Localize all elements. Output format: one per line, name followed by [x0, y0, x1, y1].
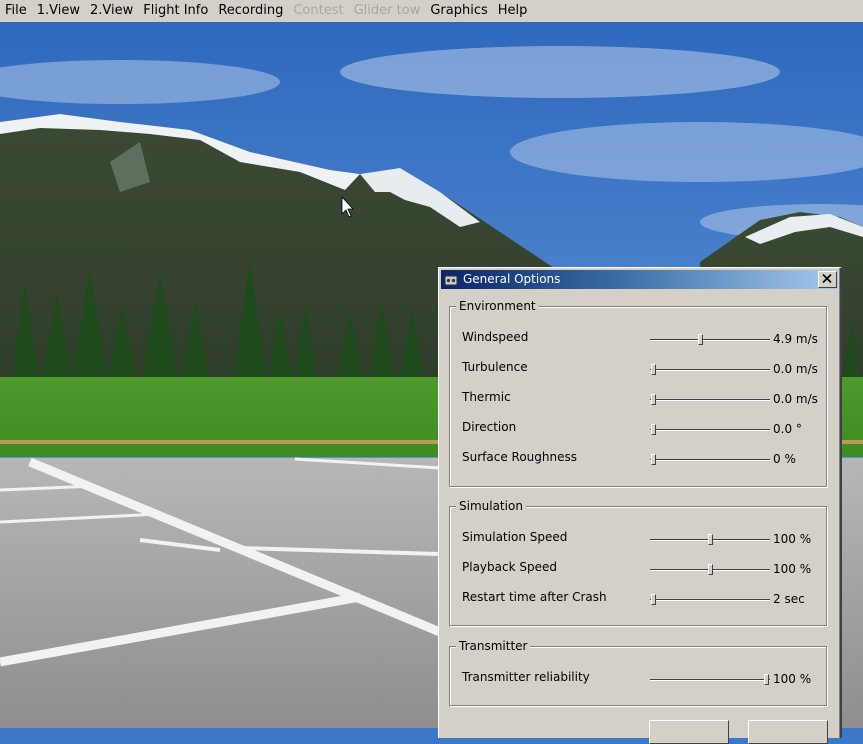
restart-time-after-crash-label: Restart time after Crash: [462, 590, 607, 604]
playback-speed-label: Playback Speed: [462, 560, 557, 574]
slider-thumb[interactable]: [708, 564, 713, 575]
menu-flight-info[interactable]: Flight Info: [138, 0, 213, 22]
surface-roughness-slider[interactable]: [650, 453, 770, 467]
direction-row: Direction 0.0 °: [462, 419, 822, 439]
turbulence-label: Turbulence: [462, 360, 528, 374]
close-icon: [822, 274, 832, 283]
surface-roughness-label: Surface Roughness: [462, 450, 577, 464]
environment-group: Environment Windspeed 4.9 m/s Turbulence 0.0…: [449, 298, 827, 487]
thermic-value: 0.0 m/s: [773, 392, 818, 406]
windspeed-label: Windspeed: [462, 330, 529, 344]
ok-button[interactable]: [649, 720, 729, 744]
transmitter-reliability-row: Transmitter reliability 100 %: [462, 669, 822, 689]
menu-2-view[interactable]: 2.View: [85, 0, 138, 22]
direction-value: 0.0 °: [773, 422, 802, 436]
slider-track: [650, 339, 770, 341]
slider-track: [650, 599, 770, 601]
restart-time-after-crash-slider[interactable]: [650, 593, 770, 607]
slider-thumb[interactable]: [651, 454, 656, 465]
transmitter-icon: [444, 272, 458, 286]
menu-contest: Contest: [293, 3, 344, 18]
transmitter-reliability-slider[interactable]: [650, 673, 770, 687]
menu-recording[interactable]: Recording: [213, 0, 288, 22]
slider-track: [650, 679, 770, 681]
group-legend: Simulation: [456, 498, 526, 514]
transmitter-reliability-value: 100 %: [773, 672, 812, 686]
direction-label: Direction: [462, 420, 517, 434]
slider-track: [650, 459, 770, 461]
surface-roughness-value: 0 %: [773, 452, 796, 466]
slider-thumb[interactable]: [651, 364, 656, 375]
transmitter-reliability-label: Transmitter reliability: [462, 670, 590, 684]
turbulence-value: 0.0 m/s: [773, 362, 818, 376]
menu-help[interactable]: Help: [493, 0, 533, 22]
simulation-speed-label: Simulation Speed: [462, 530, 568, 544]
general-options-dialog: General Options Environment Windspeed 4.9 …: [438, 267, 842, 744]
slider-thumb[interactable]: [651, 424, 656, 435]
turbulence-slider[interactable]: [650, 363, 770, 377]
cancel-button[interactable]: [748, 720, 828, 744]
slider-thumb[interactable]: [651, 394, 656, 405]
simulation-speed-row: Simulation Speed 100 %: [462, 529, 822, 549]
slider-thumb[interactable]: [698, 334, 703, 345]
simulation-group: Simulation Simulation Speed 100 % Playback …: [449, 498, 827, 626]
simulation-speed-value: 100 %: [773, 532, 812, 546]
playback-speed-slider[interactable]: [650, 563, 770, 577]
menu-file[interactable]: File: [0, 0, 32, 22]
thermic-slider[interactable]: [650, 393, 770, 407]
playback-speed-value: 100 %: [773, 562, 812, 576]
slider-track: [650, 369, 770, 371]
transmitter-group: Transmitter Transmitter reliability 100 %: [449, 638, 827, 706]
slider-thumb[interactable]: [764, 674, 769, 685]
menu-glider-tow: Glider tow: [353, 3, 421, 18]
close-button[interactable]: [818, 271, 837, 288]
menu-bar: File 1.View 2.View Flight Info Recording Cont…: [0, 0, 863, 23]
playback-speed-row: Playback Speed 100 %: [462, 559, 822, 579]
thermic-row: Thermic 0.0 m/s: [462, 389, 822, 409]
simulation-speed-slider[interactable]: [650, 533, 770, 547]
restart-time-after-crash-row: Restart time after Crash 2 sec: [462, 589, 822, 609]
group-legend: Transmitter: [456, 638, 531, 654]
slider-thumb[interactable]: [708, 534, 713, 545]
direction-slider[interactable]: [650, 423, 770, 437]
dialog-titlebar[interactable]: General Options: [441, 270, 838, 289]
restart-time-after-crash-value: 2 sec: [773, 592, 805, 606]
slider-track: [650, 399, 770, 401]
windspeed-row: Windspeed 4.9 m/s: [462, 329, 822, 349]
menu-1-view[interactable]: 1.View: [32, 0, 85, 22]
windspeed-slider[interactable]: [650, 333, 770, 347]
surface-roughness-row: Surface Roughness 0 %: [462, 449, 822, 469]
dialog-title: General Options: [463, 272, 561, 286]
thermic-label: Thermic: [462, 390, 511, 404]
slider-track: [650, 429, 770, 431]
slider-thumb[interactable]: [651, 594, 656, 605]
turbulence-row: Turbulence 0.0 m/s: [462, 359, 822, 379]
windspeed-value: 4.9 m/s: [773, 332, 818, 346]
group-legend: Environment: [456, 298, 539, 314]
menu-graphics[interactable]: Graphics: [425, 0, 492, 22]
